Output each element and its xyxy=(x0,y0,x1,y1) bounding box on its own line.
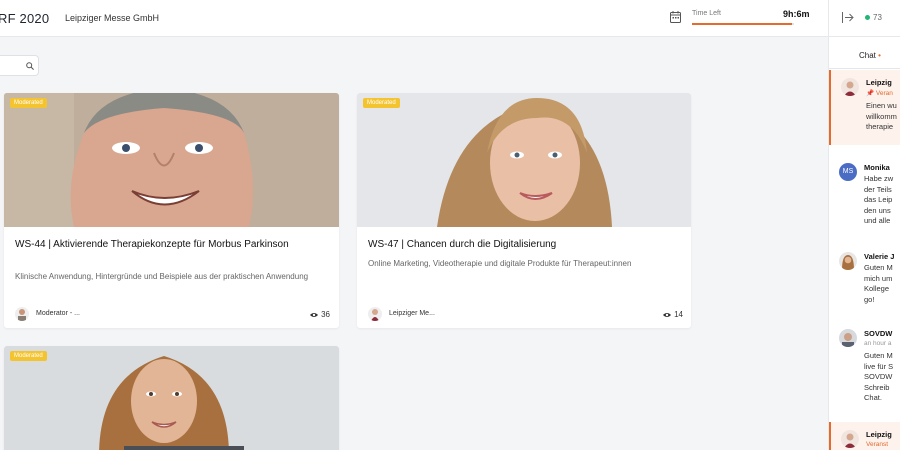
host-name: Moderator - ... xyxy=(36,310,80,317)
search-icon[interactable] xyxy=(26,62,34,70)
message-time: an hour a xyxy=(864,340,892,347)
host-name: Leipziger Me... xyxy=(389,310,435,317)
message-author: Monika xyxy=(864,163,890,172)
pin-icon: 📌 xyxy=(866,90,875,97)
view-count: 14 xyxy=(663,310,683,319)
exit-icon[interactable] xyxy=(842,12,854,23)
tab-chat[interactable]: Chat • xyxy=(859,51,881,60)
presence-bar: 73 xyxy=(828,0,900,37)
session-title[interactable]: WS-44 | Aktivierende Therapiekonzepte fü… xyxy=(15,238,325,251)
session-footer: Moderator - ... 36 xyxy=(15,307,330,321)
session-description: Klinische Anwendung, Hintergründe und Be… xyxy=(15,272,309,281)
message-text: Guten M mich um Kollege go! xyxy=(864,263,893,304)
host-avatar xyxy=(368,307,382,321)
eye-icon xyxy=(663,312,672,317)
calendar-icon[interactable] xyxy=(670,11,681,23)
avatar xyxy=(839,329,857,347)
session-image: Moderated xyxy=(4,93,339,227)
pinned-label: 📌 Veran xyxy=(866,89,893,97)
moderated-badge: Moderated xyxy=(10,98,47,108)
session-card[interactable]: Moderated xyxy=(4,346,339,450)
time-left-progress xyxy=(692,23,794,25)
avatar xyxy=(841,78,859,96)
view-count-value: 14 xyxy=(674,310,683,319)
view-count-value: 36 xyxy=(321,310,330,319)
chat-message[interactable]: Leipzig 📌 Veran Einen wu willkomm therap… xyxy=(829,70,900,145)
chat-message[interactable]: Leipzig Veranst xyxy=(829,422,900,450)
message-author: SOVDW xyxy=(864,329,893,338)
message-text: Einen wu willkomm therapie xyxy=(866,101,897,131)
event-title: RF 2020 xyxy=(0,11,50,26)
session-card[interactable]: Moderated WS-44 | Aktivierende Therapiek… xyxy=(4,93,339,328)
avatar xyxy=(841,430,859,448)
author-role: Veran xyxy=(875,90,893,97)
moderated-badge: Moderated xyxy=(363,98,400,108)
message-author: Leipzig xyxy=(866,78,892,87)
session-footer: Leipziger Me... 14 xyxy=(368,307,683,321)
time-left-label: Time Left xyxy=(692,10,721,17)
tab-chat-label: Chat xyxy=(859,51,876,60)
chat-message[interactable]: Valerie J Guten M mich um Kollege go! xyxy=(829,244,900,314)
eye-icon xyxy=(310,312,319,317)
session-description: Online Marketing, Videotherapie und digi… xyxy=(368,259,632,268)
online-status-icon xyxy=(865,15,870,20)
online-count: 73 xyxy=(873,13,882,22)
unread-indicator: • xyxy=(878,51,881,60)
time-left-progress-fill xyxy=(692,23,792,25)
message-author: Valerie J xyxy=(864,252,895,261)
top-bar: RF 2020 Leipziger Messe GmbH Time Left 9… xyxy=(0,0,828,37)
search-input[interactable] xyxy=(0,55,39,76)
organizer-name: Leipziger Messe GmbH xyxy=(65,13,160,23)
session-card[interactable]: Moderated WS-47 | Chancen durch die Digi… xyxy=(357,93,691,328)
moderated-badge: Moderated xyxy=(10,351,47,361)
tab-divider xyxy=(829,68,900,69)
session-title[interactable]: WS-47 | Chancen durch die Digitalisierun… xyxy=(368,238,678,251)
message-author: Leipzig xyxy=(866,430,892,439)
message-text: Guten M live für S SOVDW Schreib Chat. xyxy=(864,351,894,402)
chat-panel: Chat • Leipzig 📌 Veran Einen wu willkomm… xyxy=(828,37,900,450)
host-avatar xyxy=(15,307,29,321)
session-image: Moderated xyxy=(357,93,691,227)
author-role: Veranst xyxy=(866,441,889,448)
chat-message[interactable]: MS Monika Habe zw der Teils das Leip den… xyxy=(829,155,900,235)
message-text: Habe zw der Teils das Leip den uns und a… xyxy=(864,174,894,225)
view-count: 36 xyxy=(310,310,330,319)
session-image: Moderated xyxy=(4,346,339,450)
avatar xyxy=(839,252,857,270)
avatar: MS xyxy=(839,163,857,181)
chat-message[interactable]: SOVDW an hour a Guten M live für S SOVDW… xyxy=(829,321,900,416)
time-left-value: 9h:6m xyxy=(783,9,810,19)
